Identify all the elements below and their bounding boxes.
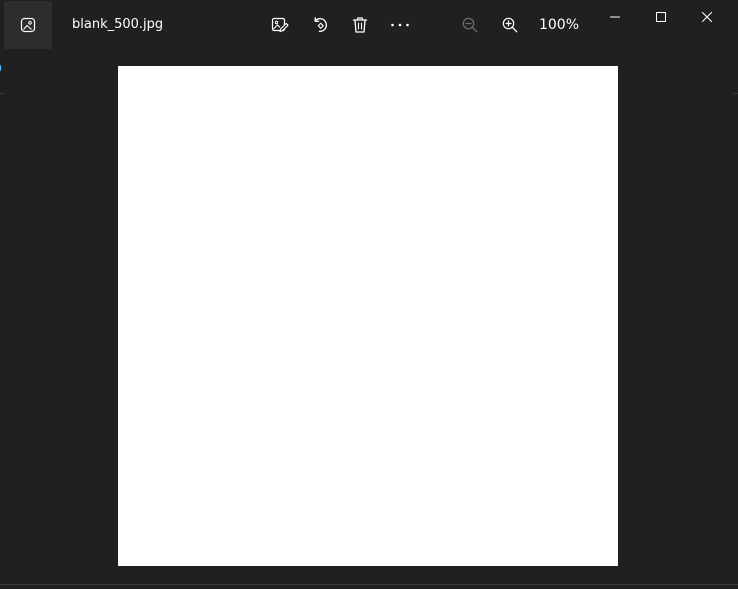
displayed-image[interactable] [118, 66, 618, 566]
maximize-icon [656, 12, 666, 22]
photo-viewer-window: blank_500.jpg 100% [0, 0, 738, 589]
minimize-icon [610, 12, 620, 22]
zoom-in-button[interactable] [494, 9, 526, 41]
more-options-button[interactable] [384, 9, 416, 41]
zoom-out-icon [462, 17, 478, 33]
rotate-icon [311, 16, 329, 34]
more-icon [390, 22, 410, 28]
close-icon [702, 12, 712, 22]
title-bar: blank_500.jpg 100% [0, 0, 738, 50]
edit-image-icon [271, 16, 289, 34]
zoom-in-icon [502, 17, 518, 33]
app-menu-button[interactable] [4, 1, 52, 49]
delete-button[interactable] [344, 9, 376, 41]
edit-image-button[interactable] [264, 9, 296, 41]
delete-icon [351, 16, 369, 34]
background-divider-right [733, 93, 738, 94]
photos-app-icon [20, 17, 36, 33]
minimize-button[interactable] [592, 0, 638, 34]
rotate-button[interactable] [304, 9, 336, 41]
bottom-border [0, 584, 738, 585]
zoom-level-readout[interactable]: 100% [534, 0, 584, 50]
file-name-title: blank_500.jpg [72, 17, 164, 32]
background-window-edge-icon [0, 62, 4, 74]
zoom-out-button[interactable] [454, 9, 486, 41]
maximize-button[interactable] [638, 0, 684, 34]
close-button[interactable] [684, 0, 730, 34]
background-divider [0, 93, 5, 94]
